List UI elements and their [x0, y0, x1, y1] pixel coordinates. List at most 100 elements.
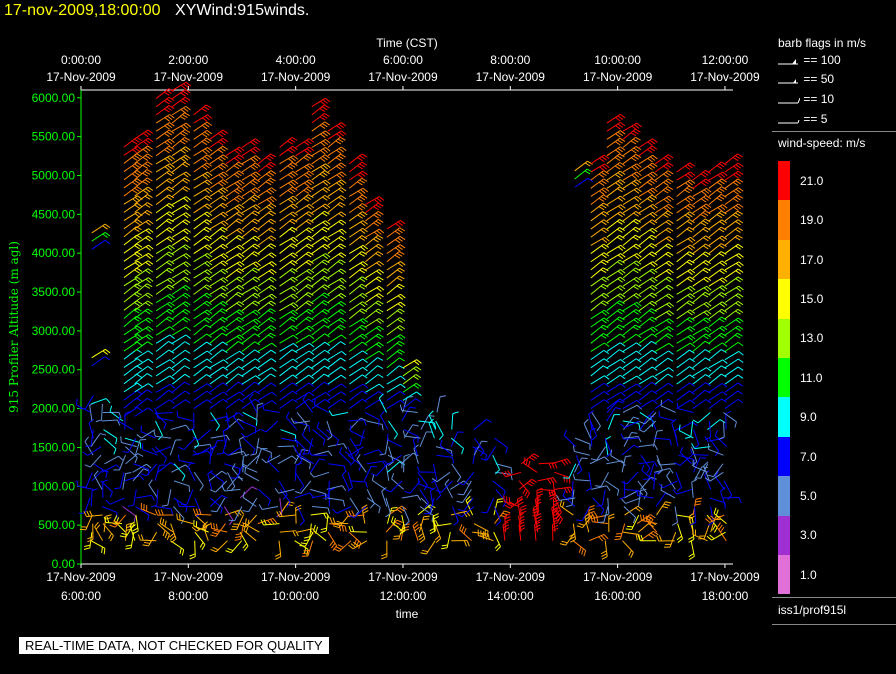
wind-barb-feather [617, 213, 623, 218]
wind-barb [574, 437, 591, 445]
wind-barb-feather [456, 513, 462, 518]
wind-barb-feather [136, 136, 142, 141]
wind-barb-feather [217, 149, 224, 154]
wind-barb [101, 403, 103, 420]
wind-barb-feather [255, 138, 261, 143]
wind-barb-feather [148, 252, 154, 258]
wind-barb-feather [183, 229, 189, 235]
wind-barb-feather [154, 509, 158, 516]
wind-barb-feather [321, 228, 328, 233]
wind-barb-feather [233, 165, 240, 170]
wind-barb-feather [668, 219, 674, 224]
wind-barb-feather [217, 157, 224, 162]
wind-barb-feather [287, 140, 293, 145]
wind-barb-feather [322, 221, 328, 227]
wind-barb-feather [413, 384, 420, 389]
wind-barb-feather [289, 163, 296, 168]
y-tick-label: 5000.00 [32, 168, 76, 182]
wind-barb-feather [591, 435, 597, 441]
wind-barb-feather [417, 495, 422, 501]
wind-barb-feather [136, 146, 143, 151]
wind-barb [225, 391, 240, 401]
wind-barb [378, 397, 387, 413]
wind-barb-feather [223, 451, 229, 456]
wind-barb [356, 458, 367, 473]
wind-barb-feather [665, 253, 672, 258]
wind-barb-feather [325, 147, 331, 152]
wind-barb-feather [617, 163, 623, 168]
wind-barb [606, 398, 620, 409]
wind-barb-feather [292, 309, 299, 315]
wind-barb [638, 390, 653, 401]
wind-barb-feather [719, 303, 725, 308]
wind-barb-feather [668, 326, 674, 331]
wind-barb-feather [636, 195, 642, 201]
wind-barb [692, 374, 706, 385]
wind-barb [125, 453, 139, 465]
wind-barb-feather [601, 171, 607, 176]
wind-barb [209, 374, 224, 385]
wind-barb-feather [558, 518, 563, 525]
barb-flag-10-label: == 10 [803, 92, 835, 106]
wind-barb-feather [689, 162, 696, 167]
wind-barb-feather [216, 453, 223, 455]
wind-barb-feather [341, 122, 347, 127]
wind-barb-feather [690, 334, 696, 340]
wind-barb-feather [396, 269, 403, 274]
wind-barb-feather [320, 149, 326, 155]
wind-barb-feather [652, 162, 658, 167]
wind-barb-feather [169, 326, 175, 331]
wind-barb-feather [377, 300, 384, 305]
wind-barb-feather [340, 195, 347, 200]
wind-barb-feather [338, 213, 344, 218]
wind-barb-feather [365, 481, 368, 488]
wind-barb-feather [688, 553, 695, 558]
colorbar-label: 13.0 [800, 331, 824, 346]
wind-barb-feather [633, 147, 639, 152]
wind-barb-feather [652, 399, 658, 405]
wind-barb-feather [687, 238, 693, 243]
wind-barb [386, 375, 401, 385]
wind-barb-feather [239, 334, 245, 339]
wind-barb-feather [182, 237, 189, 243]
barb-flag-50: == 50 [778, 72, 834, 86]
wind-barb [256, 446, 272, 453]
wind-barb-feather [647, 181, 653, 186]
wind-barb-feather [184, 390, 191, 395]
wind-barb-feather [649, 164, 656, 169]
wind-barb-feather [518, 515, 525, 520]
wind-barb-feather [320, 133, 326, 138]
wind-barb-feather [619, 285, 626, 290]
wind-barb-feather [615, 149, 621, 154]
wind-barb-feather [665, 205, 672, 210]
wind-barb-feather [233, 173, 240, 178]
wind-barb-feather [652, 138, 658, 143]
wind-barb-feather [338, 310, 344, 315]
wind-barb-feather [718, 195, 725, 200]
wind-barb-feather [319, 157, 326, 162]
wind-barb-feather [166, 140, 173, 145]
wind-barb-feather [341, 228, 347, 234]
wind-barb-feather [606, 485, 611, 492]
wind-barb [123, 358, 138, 368]
wind-barb-feather [313, 524, 316, 531]
wind-barb-feather [206, 350, 213, 356]
wind-barb [400, 452, 414, 465]
wind-barb-feather [721, 391, 728, 396]
wind-barb-feather [131, 140, 138, 145]
wind-barb-feather [136, 349, 143, 354]
wind-barb-feather [665, 221, 672, 226]
wind-barb-feather [120, 436, 122, 443]
wind-barb-feather [251, 212, 258, 217]
wind-barb-feather [345, 510, 350, 517]
wind-barb-feather [719, 286, 725, 292]
wind-barb [724, 398, 739, 409]
wind-barb-feather [236, 181, 243, 186]
wind-barb-feather [348, 544, 354, 550]
wind-barb-feather [649, 270, 656, 275]
wind-barb-feather [610, 449, 613, 456]
wind-barb-feather [271, 342, 277, 348]
wind-barb-feather [147, 202, 153, 207]
wind-barb-feather [189, 556, 196, 560]
wind-barb-feather [601, 245, 607, 250]
